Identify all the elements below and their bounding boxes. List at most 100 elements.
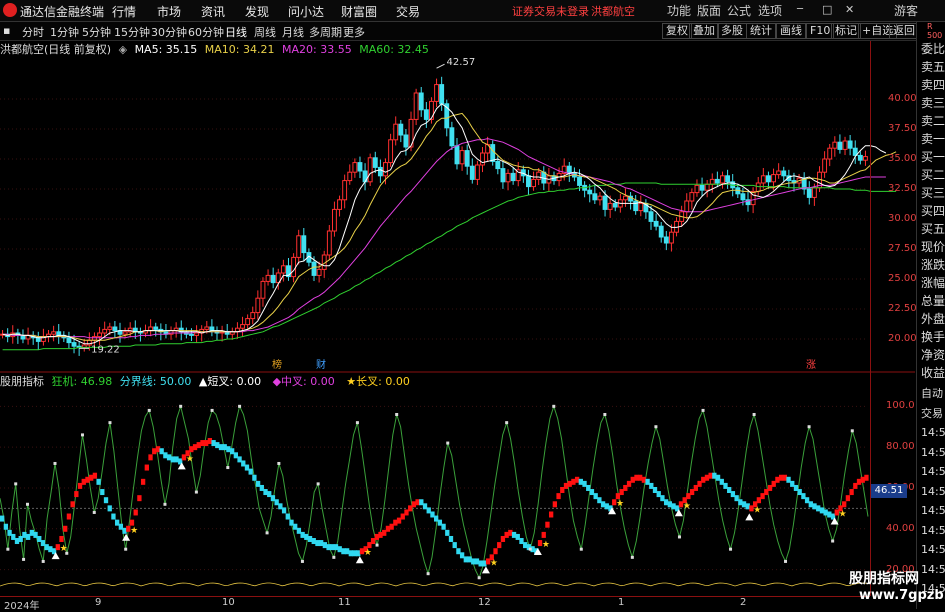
menu-item-market[interactable]: 市场 bbox=[157, 3, 181, 20]
quote-side-panel: R 500 委比 卖五 卖四 卖三 卖二 卖一 买一 买二 买三 买四 买五 现价 涨跌 涨幅 总量 外盘 换手 净资… bbox=[916, 22, 945, 609]
candle bbox=[15, 328, 21, 344]
time-list-item[interactable]: 14:56 bbox=[917, 423, 945, 443]
period-tab-15min[interactable]: 15分钟 bbox=[114, 24, 150, 40]
signal-dot bbox=[108, 421, 112, 425]
quote-panel-item[interactable]: 卖五 bbox=[917, 58, 945, 76]
quote-panel-item[interactable]: R bbox=[917, 22, 945, 31]
time-list-item[interactable]: 自动 bbox=[917, 384, 945, 404]
quote-panel-item[interactable]: 换手 bbox=[917, 328, 945, 346]
indicator-block bbox=[229, 448, 235, 455]
indicator-block bbox=[285, 513, 290, 520]
time-list-item[interactable]: 14:56 bbox=[917, 540, 945, 560]
quote-panel-item[interactable]: 500 bbox=[917, 31, 945, 40]
btn-statistics[interactable]: 统计 bbox=[746, 23, 776, 39]
quote-panel-item[interactable]: 现价 bbox=[917, 238, 945, 256]
btn-adjust[interactable]: 复权 bbox=[662, 23, 692, 39]
indicator-block bbox=[663, 499, 669, 506]
window-menu-formula[interactable]: 公式 bbox=[727, 2, 751, 19]
guest-label[interactable]: 游客 bbox=[894, 2, 918, 19]
candle bbox=[357, 156, 363, 179]
right-price-axis: 40.00 37.50 35.00 32.50 30.00 27.50 25.00 22.50… bbox=[870, 41, 917, 596]
period-tab-5min[interactable]: 5分钟 bbox=[82, 24, 111, 40]
window-maximize-icon[interactable]: □ bbox=[822, 3, 832, 16]
indicator-block bbox=[523, 542, 528, 549]
indicator-block bbox=[689, 489, 695, 496]
indicator-block bbox=[77, 482, 83, 489]
date-axis-label: 11 bbox=[338, 597, 351, 608]
btn-multi-stock[interactable]: 多股 bbox=[717, 23, 747, 39]
window-menu-layout[interactable]: 版面 bbox=[697, 2, 721, 19]
indicator-block bbox=[133, 509, 138, 516]
time-list-item[interactable]: 14:56 bbox=[917, 521, 945, 541]
quote-panel-item[interactable]: 收益 bbox=[917, 364, 945, 382]
time-list-item[interactable]: 14:56 bbox=[917, 462, 945, 482]
time-list-item[interactable]: 14:56 bbox=[917, 501, 945, 521]
candle-body bbox=[755, 182, 761, 192]
window-menu-function[interactable]: 功能 bbox=[667, 2, 691, 19]
candle-body bbox=[842, 140, 848, 150]
candle-body bbox=[352, 162, 358, 173]
quote-panel-item[interactable]: 买三 bbox=[917, 184, 945, 202]
quote-panel-item[interactable]: 买一 bbox=[917, 148, 945, 166]
menu-item-ask[interactable]: 问小达 bbox=[288, 3, 324, 20]
period-tab-weekly[interactable]: 周线 bbox=[254, 24, 276, 40]
period-tab-daily[interactable]: 日线 bbox=[225, 24, 247, 40]
btn-back[interactable]: 返回 bbox=[889, 23, 919, 39]
quote-panel-item[interactable]: 外盘 bbox=[917, 310, 945, 328]
signal-dot bbox=[300, 559, 304, 563]
indicator-chart[interactable]: ★ ★ ★ ★ ★ ★ ★ ★ ★ ★ bbox=[0, 388, 915, 596]
period-tab-60min[interactable]: 60分钟 bbox=[188, 24, 224, 40]
time-list-item[interactable]: 交易 bbox=[917, 404, 945, 424]
quote-panel-item[interactable]: 卖二 bbox=[917, 112, 945, 130]
indicator-block bbox=[159, 448, 164, 455]
quote-panel-item[interactable]: 买五 bbox=[917, 220, 945, 238]
btn-draw[interactable]: 画线 bbox=[776, 23, 806, 39]
menu-item-news[interactable]: 资讯 bbox=[201, 3, 225, 20]
quote-panel-item[interactable]: 买二 bbox=[917, 166, 945, 184]
price-candlestick-chart[interactable]: 42.57 19.22 榜 财 涨 bbox=[0, 55, 915, 373]
long-cross-marker: ★ bbox=[542, 540, 550, 550]
period-tab-timeshare[interactable]: 分时 bbox=[22, 24, 44, 40]
window-minimize-icon[interactable]: ─ bbox=[797, 4, 803, 15]
menu-item-discover[interactable]: 发现 bbox=[245, 3, 269, 20]
quote-panel-item[interactable]: 总量 bbox=[917, 292, 945, 310]
candle-body bbox=[638, 202, 644, 212]
candle-body bbox=[250, 312, 256, 320]
time-list-item[interactable]: 14:56 bbox=[917, 443, 945, 463]
window-menu-options[interactable]: 选项 bbox=[758, 2, 782, 19]
menu-item-trade[interactable]: 交易 bbox=[396, 3, 420, 20]
period-tab-1min[interactable]: 1分钟 bbox=[50, 24, 79, 40]
quote-panel-item[interactable]: 卖四 bbox=[917, 76, 945, 94]
indicator-block bbox=[25, 533, 31, 540]
period-tab-30min[interactable]: 30分钟 bbox=[151, 24, 187, 40]
indicator-block bbox=[174, 456, 179, 463]
period-tab-more[interactable]: 更多 bbox=[343, 24, 365, 40]
menu-item-quotes[interactable]: 行情 bbox=[112, 3, 136, 20]
candle bbox=[490, 140, 496, 166]
window-close-icon[interactable]: ✕ bbox=[845, 3, 854, 16]
period-checkbox-icon[interactable]: ▪ bbox=[3, 24, 10, 37]
quote-panel-item[interactable]: 卖一 bbox=[917, 130, 945, 148]
btn-overlay[interactable]: 叠加 bbox=[689, 23, 719, 39]
date-axis: 2024年 9 10 11 12 1 2 bbox=[0, 596, 870, 612]
quote-panel-item[interactable]: 卖三 bbox=[917, 94, 945, 112]
indicator-block bbox=[382, 529, 387, 536]
quote-panel-item[interactable]: 买四 bbox=[917, 202, 945, 220]
quote-panel-item[interactable]: 涨幅 bbox=[917, 274, 945, 292]
quote-panel-item[interactable]: 委比 bbox=[917, 40, 945, 58]
indicator-block bbox=[322, 542, 328, 549]
quote-panel-item[interactable]: 涨跌 bbox=[917, 256, 945, 274]
period-tab-monthly[interactable]: 月线 bbox=[282, 24, 304, 40]
candle-body bbox=[490, 144, 496, 162]
btn-mark[interactable]: 标记 bbox=[831, 23, 861, 39]
price-axis-label: 37.50 bbox=[888, 123, 917, 134]
time-list-item[interactable]: 14:56 bbox=[917, 482, 945, 502]
indicator-block bbox=[255, 480, 261, 487]
menu-item-wealth[interactable]: 财富圈 bbox=[341, 3, 377, 20]
quote-panel-item[interactable]: 净资 bbox=[917, 346, 945, 364]
login-warning[interactable]: 证券交易未登录 bbox=[512, 3, 589, 19]
indicator-block bbox=[626, 480, 632, 487]
period-tab-multi[interactable]: 多周期 bbox=[309, 24, 342, 40]
indicator-block bbox=[118, 523, 124, 530]
candle bbox=[296, 229, 302, 265]
